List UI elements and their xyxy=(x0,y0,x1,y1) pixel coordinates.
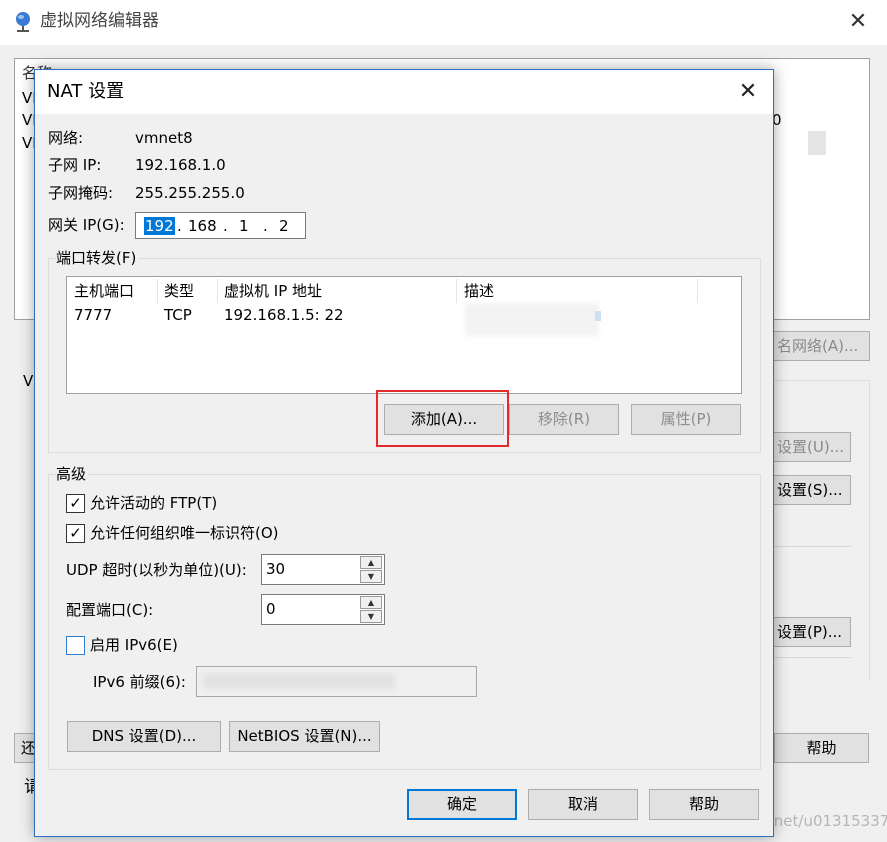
bg-restore-button[interactable]: 还 xyxy=(14,733,36,763)
network-label: 网络: xyxy=(48,129,84,147)
ok-button[interactable]: 确定 xyxy=(407,789,517,820)
network-globe-icon xyxy=(16,12,30,32)
column-separator xyxy=(697,279,698,303)
column-header-vm-ip[interactable]: 虚拟机 IP 地址 xyxy=(224,284,322,299)
gateway-octet-4[interactable]: 2 xyxy=(279,217,289,235)
bg-help-button[interactable]: 帮助 xyxy=(774,733,869,763)
ip-dot: . xyxy=(177,217,182,235)
bg-rename-network-button[interactable]: 名网络(A)... xyxy=(770,331,870,361)
config-port-label: 配置端口(C): xyxy=(66,601,154,619)
ip-dot: . xyxy=(263,217,268,235)
column-separator xyxy=(456,279,457,303)
bg-close-icon[interactable]: ✕ xyxy=(846,10,870,34)
dialog-close-icon[interactable]: ✕ xyxy=(736,80,760,104)
udp-timeout-label: UDP 超时(以秒为单位)(U): xyxy=(66,561,247,579)
cancel-button[interactable]: 取消 xyxy=(528,789,638,820)
help-button[interactable]: 帮助 xyxy=(649,789,759,820)
enable-ipv6-checkbox[interactable] xyxy=(66,636,85,655)
bg-settings-p-button[interactable]: 设置(P)... xyxy=(770,617,851,647)
column-header-description[interactable]: 描述 xyxy=(464,284,494,299)
bg-settings-u-button[interactable]: 设置(U)... xyxy=(770,432,851,462)
enable-ipv6-label[interactable]: 启用 IPv6(E) xyxy=(90,638,178,653)
advanced-group-label: 高级 xyxy=(56,465,89,483)
gateway-label: 网关 IP(G): xyxy=(48,216,125,234)
bg-label: V xyxy=(23,372,34,390)
bg-settings-s-button[interactable]: 设置(S)... xyxy=(770,475,851,505)
udp-timeout-input[interactable]: 30 ▲ ▼ xyxy=(261,554,385,585)
network-value: vmnet8 xyxy=(135,129,193,147)
spin-up-icon[interactable]: ▲ xyxy=(360,596,382,609)
checkmark-icon: ✓ xyxy=(69,524,82,542)
udp-timeout-value[interactable]: 30 xyxy=(266,560,285,578)
gateway-octet-2[interactable]: 168 xyxy=(188,217,217,235)
dns-settings-button[interactable]: DNS 设置(D)... xyxy=(67,721,221,752)
netbios-settings-button[interactable]: NetBIOS 设置(N)... xyxy=(229,721,380,752)
column-separator xyxy=(157,279,158,303)
table-cell-host-port[interactable]: 7777 xyxy=(74,308,112,323)
config-port-input[interactable]: 0 ▲ ▼ xyxy=(261,594,385,625)
column-header-host-port[interactable]: 主机端口 xyxy=(74,284,134,299)
table-cell-type[interactable]: TCP xyxy=(164,308,192,323)
redacted-description-mark xyxy=(595,311,601,321)
subnet-ip-value: 192.168.1.0 xyxy=(135,156,226,174)
allow-oui-checkbox[interactable]: ✓ xyxy=(66,524,85,543)
remove-port-button[interactable]: 移除(R) xyxy=(509,404,619,435)
gateway-octet-3[interactable]: 1 xyxy=(239,217,249,235)
allow-oui-label[interactable]: 允许任何组织唯一标识符(O) xyxy=(90,526,279,541)
checkmark-icon: ✓ xyxy=(69,494,82,512)
subnet-mask-label: 子网掩码: xyxy=(48,184,114,202)
subnet-mask-value: 255.255.255.0 xyxy=(135,184,245,202)
bg-list-selection xyxy=(808,131,826,155)
redacted-ipv6-prefix xyxy=(203,673,395,689)
bg-window-title: 虚拟网络编辑器 xyxy=(40,11,159,31)
subnet-ip-label: 子网 IP: xyxy=(48,156,102,174)
allow-ftp-label[interactable]: 允许活动的 FTP(T) xyxy=(90,496,217,511)
dialog-title-bar xyxy=(35,70,773,114)
gateway-octet-1[interactable]: 192 xyxy=(144,217,175,235)
bg-separator xyxy=(770,546,851,547)
port-forwarding-group-label: 端口转发(F) xyxy=(56,249,139,267)
allow-ftp-checkbox[interactable]: ✓ xyxy=(66,494,85,513)
port-properties-button[interactable]: 属性(P) xyxy=(631,404,741,435)
ipv6-prefix-label: IPv6 前缀(6): xyxy=(93,673,186,691)
redacted-description xyxy=(465,303,599,336)
config-port-value[interactable]: 0 xyxy=(266,600,276,618)
column-separator xyxy=(217,279,218,303)
dialog-title: NAT 设置 xyxy=(47,81,125,102)
table-cell-vm-ip[interactable]: 192.168.1.5: 22 xyxy=(224,308,344,323)
gateway-ip-input[interactable]: 192 . 168 . 1 . 2 xyxy=(135,212,306,239)
spin-down-icon[interactable]: ▼ xyxy=(360,570,382,583)
ip-dot: . xyxy=(223,217,228,235)
column-header-type[interactable]: 类型 xyxy=(164,284,194,299)
bg-separator xyxy=(770,657,851,658)
highlight-box xyxy=(376,390,509,447)
spin-up-icon[interactable]: ▲ xyxy=(360,556,382,569)
spin-down-icon[interactable]: ▼ xyxy=(360,610,382,623)
